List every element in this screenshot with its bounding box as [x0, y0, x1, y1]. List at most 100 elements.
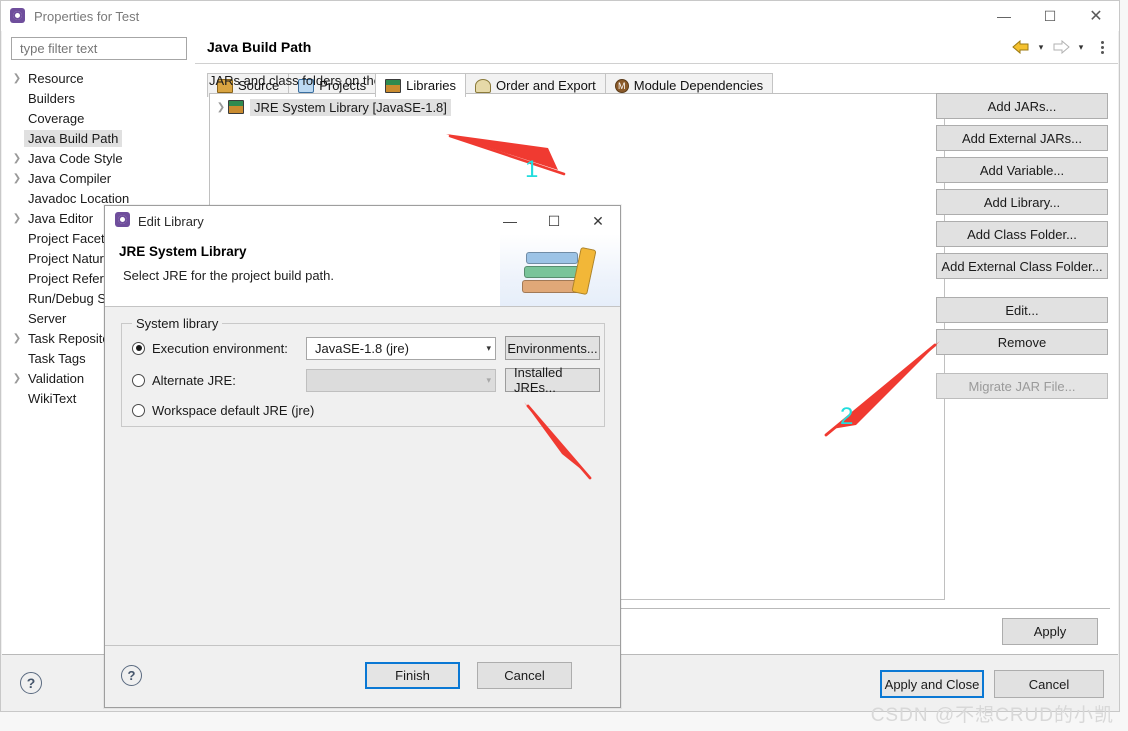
add-external-class-folder-button[interactable]: Add External Class Folder...	[936, 253, 1108, 279]
execution-environment-label: Execution environment:	[152, 340, 288, 356]
list-item[interactable]: ❯ JRE System Library [JavaSE-1.8]	[214, 97, 944, 117]
apply-and-close-button[interactable]: Apply and Close	[880, 670, 984, 698]
finish-button[interactable]: Finish	[365, 662, 460, 689]
arrow-left-icon[interactable]	[1010, 37, 1032, 57]
sidebar-item-label: Java Code Style	[28, 150, 123, 166]
sidebar-item-java-build-path[interactable]: Java Build Path	[2, 128, 195, 148]
chevron-right-icon[interactable]: ❯	[214, 102, 228, 113]
sidebar-item-coverage[interactable]: Coverage	[2, 108, 195, 128]
eclipse-icon	[115, 212, 130, 230]
close-icon[interactable]: ✕	[576, 206, 620, 236]
libraries-icon	[228, 100, 244, 114]
sidebar-item-java-compiler[interactable]: ❯ Java Compiler	[2, 168, 195, 188]
sidebar-item-label: Resource	[28, 70, 84, 86]
chevron-right-icon[interactable]: ❯	[10, 333, 24, 344]
modal-body: System library Execution environment: Ja…	[105, 307, 620, 641]
window-titlebar: Properties for Test — ☐ ✕	[1, 1, 1119, 31]
group-legend: System library	[132, 316, 223, 331]
add-variable-button[interactable]: Add Variable...	[936, 157, 1108, 183]
remove-button[interactable]: Remove	[936, 329, 1108, 355]
sidebar-item-builders[interactable]: Builders	[2, 88, 195, 108]
close-icon[interactable]: ✕	[1073, 1, 1119, 31]
add-class-folder-button[interactable]: Add Class Folder...	[936, 221, 1108, 247]
workspace-default-jre-radio[interactable]	[132, 403, 145, 417]
workspace-default-jre-row: Workspace default JRE (jre)	[132, 398, 596, 422]
window-title: Properties for Test	[34, 8, 140, 24]
execution-environment-value: JavaSE-1.8 (jre)	[315, 340, 409, 356]
modal-window-controls: — ☐ ✕	[488, 206, 620, 236]
cancel-button[interactable]: Cancel	[994, 670, 1104, 698]
alternate-jre-label: Alternate JRE:	[152, 372, 236, 388]
help-icon[interactable]: ?	[20, 672, 42, 694]
maximize-icon[interactable]: ☐	[532, 206, 576, 236]
alternate-jre-radio[interactable]	[132, 373, 145, 387]
chevron-right-icon[interactable]: ❯	[10, 373, 24, 384]
sidebar-item-resource[interactable]: ❯ Resource	[2, 68, 195, 88]
sidebar-item-label: Coverage	[28, 110, 85, 126]
migrate-jar-file-button: Migrate JAR File...	[936, 373, 1108, 399]
tab-libraries[interactable]: Libraries	[375, 73, 467, 97]
chevron-down-icon[interactable]: ▾	[1074, 37, 1088, 57]
list-label: JARs and class folders on the build path…	[209, 73, 445, 88]
execution-environment-row: Execution environment: JavaSE-1.8 (jre) …	[132, 336, 600, 360]
maximize-icon[interactable]: ☐	[1027, 1, 1073, 31]
alternate-jre-select: ▾	[306, 368, 496, 392]
alternate-jre-row: Alternate JRE: ▾ Installed JREs...	[132, 365, 600, 395]
header-divider	[195, 63, 1118, 64]
execution-environment-radio[interactable]	[132, 341, 145, 355]
system-library-group: System library Execution environment: Ja…	[121, 316, 605, 427]
button-group-divider	[936, 361, 1108, 373]
chevron-right-icon[interactable]: ❯	[10, 213, 24, 224]
chevron-down-icon: ▾	[486, 374, 491, 385]
modal-footer-divider	[105, 645, 620, 646]
arrow-right-icon[interactable]	[1050, 37, 1072, 57]
sidebar-item-label: Validation	[28, 370, 85, 386]
page-nav: ▾ ▾	[1010, 37, 1110, 57]
modal-titlebar: Edit Library — ☐ ✕	[105, 206, 620, 236]
minimize-icon[interactable]: —	[981, 1, 1027, 31]
apply-button[interactable]: Apply	[1002, 618, 1098, 645]
banner-background	[500, 234, 620, 306]
screenshot-root: Properties for Test — ☐ ✕ ❯ Resource Bui…	[0, 0, 1128, 731]
chevron-right-icon[interactable]: ❯	[10, 73, 24, 84]
kebab-menu-icon[interactable]	[1094, 37, 1110, 57]
cancel-button[interactable]: Cancel	[477, 662, 572, 689]
chevron-right-icon[interactable]: ❯	[10, 153, 24, 164]
environments-button[interactable]: Environments...	[505, 336, 600, 360]
sidebar-item-java-code-style[interactable]: ❯ Java Code Style	[2, 148, 195, 168]
list-item-label: JRE System Library [JavaSE-1.8]	[250, 98, 451, 116]
filter-box[interactable]	[11, 37, 187, 60]
sidebar-item-label: Builders	[28, 90, 75, 106]
edit-button[interactable]: Edit...	[936, 297, 1108, 323]
chevron-down-icon[interactable]: ▾	[1034, 37, 1048, 57]
add-library-button[interactable]: Add Library...	[936, 189, 1108, 215]
sidebar-item-label: WikiText	[28, 390, 77, 406]
installed-jres-button[interactable]: Installed JREs...	[505, 365, 600, 395]
page-header: Java Build Path ▾ ▾	[195, 31, 1118, 63]
sidebar-item-label: Server	[28, 310, 67, 326]
add-external-jars-button[interactable]: Add External JARs...	[936, 125, 1108, 151]
sidebar-item-label: Task Tags	[28, 350, 86, 366]
classpath-action-buttons: Add JARs... Add External JARs... Add Var…	[936, 93, 1108, 405]
chevron-right-icon[interactable]: ❯	[10, 173, 24, 184]
edit-library-dialog: Edit Library — ☐ ✕ JRE System Library Se…	[104, 205, 621, 708]
sidebar-item-label: Java Build Path	[24, 129, 123, 147]
help-icon[interactable]: ?	[121, 665, 142, 686]
libraries-icon	[385, 78, 402, 93]
search-input[interactable]	[18, 40, 180, 57]
annotation-number-2: 2	[840, 403, 854, 430]
sidebar-item-label: Javadoc Location	[28, 190, 130, 206]
chevron-down-icon: ▾	[486, 342, 491, 353]
modal-title: Edit Library	[138, 213, 204, 229]
sidebar-item-label: Java Editor	[28, 210, 94, 226]
button-group-divider	[936, 285, 1108, 297]
sidebar-item-label: Project Facets	[28, 230, 112, 246]
modal-footer: ? Finish Cancel	[105, 645, 620, 707]
add-jars-button[interactable]: Add JARs...	[936, 93, 1108, 119]
page-title: Java Build Path	[207, 39, 312, 55]
tab-label: Libraries	[406, 78, 457, 93]
eclipse-icon	[10, 8, 26, 24]
minimize-icon[interactable]: —	[488, 206, 532, 236]
books-stack-icon	[522, 246, 606, 300]
execution-environment-select[interactable]: JavaSE-1.8 (jre) ▾	[306, 336, 496, 360]
